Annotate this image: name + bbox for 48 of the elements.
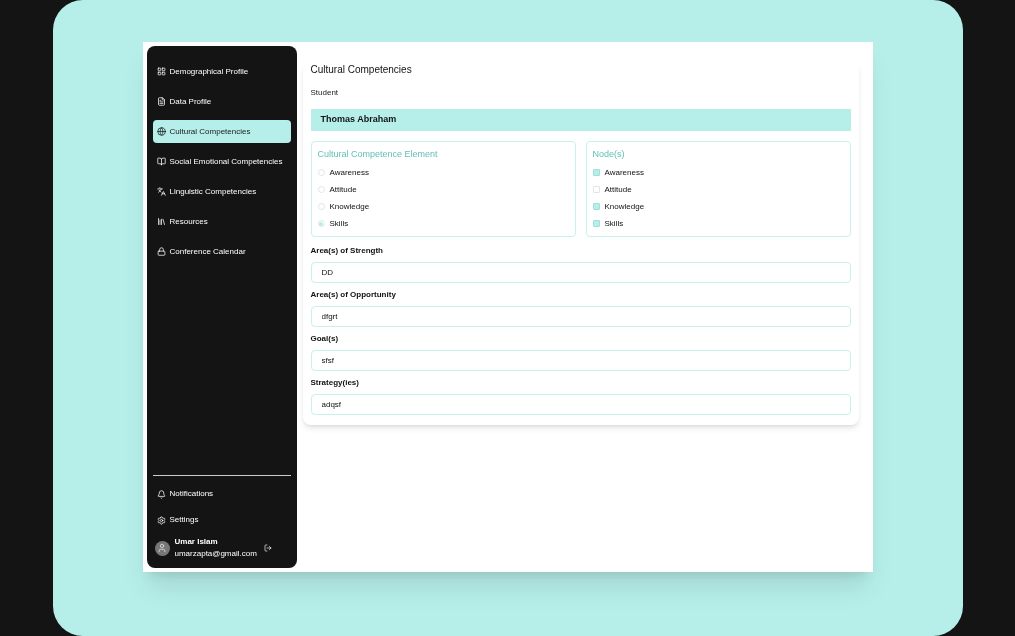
group-title: Cultural Competence Element [317,148,439,161]
page-title: Cultural Competencies [310,63,413,77]
sidebar-item[interactable]: Cultural Competencies [152,120,291,143]
sidebar-item[interactable]: Resources [152,210,291,233]
sidebar-item[interactable]: Data Profile [152,90,291,113]
sidebar-item[interactable]: Social Emotional Competencies [152,150,291,173]
page-subtitle: Student [310,87,340,99]
lock-icon [156,247,166,256]
field-label: Strategy(ies) [310,376,360,389]
checkbox[interactable] [592,203,600,210]
sidebar-item[interactable]: Demographical Profile [152,60,291,83]
radio-button[interactable] [317,220,325,227]
option-label: Knowledge [604,200,645,213]
checkbox[interactable] [592,186,600,193]
settings-icon [156,515,166,525]
checkbox[interactable] [592,169,600,176]
input-field[interactable]: dfgrt [310,305,851,327]
input-field[interactable]: adqsf [310,393,851,415]
user-email: umarzapta@gmail.com [174,548,257,560]
library-icon [156,217,166,226]
option-label: Awareness [329,166,369,179]
translate-icon [156,187,166,196]
logout-icon[interactable] [263,544,272,552]
option-label: Skills [329,217,349,230]
option-label: Awareness [604,166,644,179]
book-icon [156,157,166,166]
user-name: Umar Islam [174,536,219,548]
field-label: Area(s) of Opportunity [310,288,397,301]
input-field[interactable]: sfsf [310,349,851,371]
option-label: Knowledge [329,200,370,213]
bell-icon [156,489,166,499]
option-label: Attitude [329,183,357,196]
checkbox[interactable] [592,220,600,227]
input-field[interactable]: DD [310,261,851,283]
avatar [154,540,170,556]
globe-icon [156,127,166,136]
sidebar-item[interactable]: Settings [152,510,291,530]
grid-icon [156,67,166,76]
sidebar-item[interactable]: Linguistic Competencies [152,180,291,203]
group-title: Node(s) [592,148,626,161]
option-label: Attitude [604,183,632,196]
field-label: Goal(s) [310,332,340,345]
option-label: Skills [604,217,624,230]
sidebar-item[interactable]: Conference Calendar [152,240,291,263]
document-icon [156,97,166,106]
student-name: Thomas Abraham [320,113,397,127]
sidebar-item[interactable]: Notifications [152,484,291,504]
field-label: Area(s) of Strength [310,244,384,257]
